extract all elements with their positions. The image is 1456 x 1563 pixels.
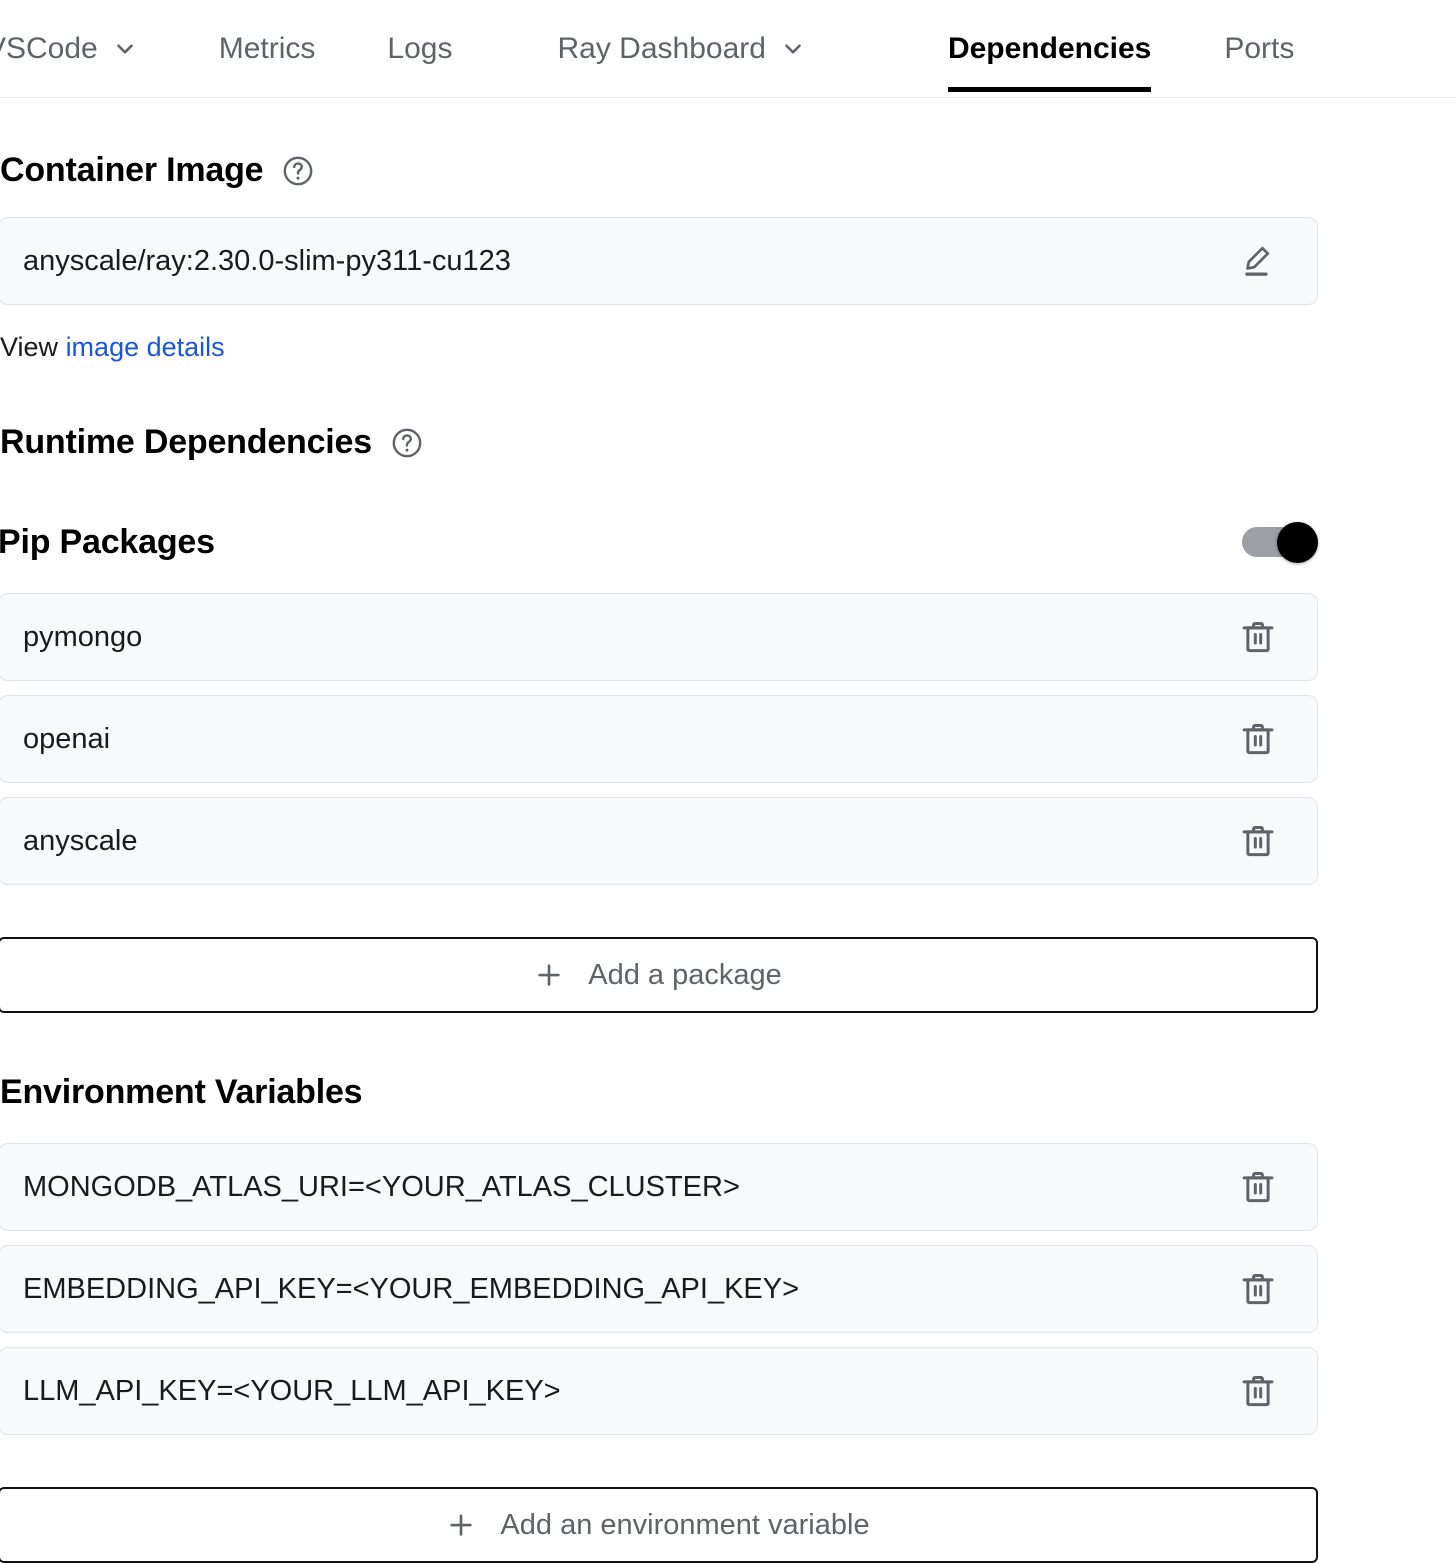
environment-variable-value: LLM_API_KEY=<YOUR_LLM_API_KEY> xyxy=(23,1375,561,1408)
list-item[interactable]: LLM_API_KEY=<YOUR_LLM_API_KEY> xyxy=(0,1347,1318,1435)
trash-icon[interactable] xyxy=(1239,1372,1277,1410)
tab-bar: VSCode Metrics Logs Ray Dashboard Depend… xyxy=(0,0,1456,98)
view-prefix-label: View xyxy=(0,332,58,362)
pencil-edit-icon[interactable] xyxy=(1239,242,1277,280)
pip-package-name: pymongo xyxy=(23,621,142,654)
chevron-down-icon[interactable] xyxy=(112,36,138,62)
tab-logs-label: Logs xyxy=(387,32,452,66)
tab-logs[interactable]: Logs xyxy=(387,0,452,98)
pip-package-name: anyscale xyxy=(23,825,137,858)
environment-variable-value: EMBEDDING_API_KEY=<YOUR_EMBEDDING_API_KE… xyxy=(23,1273,799,1306)
plus-icon xyxy=(446,1510,476,1540)
chevron-down-icon[interactable] xyxy=(780,36,806,62)
tab-vscode[interactable]: VSCode xyxy=(0,0,138,98)
trash-icon[interactable] xyxy=(1239,618,1277,656)
add-environment-variable-label: Add an environment variable xyxy=(500,1509,869,1542)
trash-icon[interactable] xyxy=(1239,1270,1277,1308)
tab-ports-label: Ports xyxy=(1224,32,1294,66)
environment-variable-value: MONGODB_ATLAS_URI=<YOUR_ATLAS_CLUSTER> xyxy=(23,1171,740,1204)
image-details-link[interactable]: image details xyxy=(66,332,225,362)
list-item[interactable]: openai xyxy=(0,695,1318,783)
question-circle-icon[interactable] xyxy=(281,154,315,188)
environment-variables-title: Environment Variables xyxy=(0,1073,362,1112)
add-package-label: Add a package xyxy=(588,959,781,992)
tab-dependencies[interactable]: Dependencies xyxy=(948,0,1151,98)
tab-metrics[interactable]: Metrics xyxy=(219,0,316,98)
tab-ports[interactable]: Ports xyxy=(1224,0,1294,98)
pip-packages-toggle[interactable] xyxy=(1242,522,1318,562)
view-image-details-line: View image details xyxy=(0,332,1456,363)
list-item[interactable]: pymongo xyxy=(0,593,1318,681)
toggle-knob xyxy=(1277,522,1318,563)
tab-ray-dashboard-label: Ray Dashboard xyxy=(557,32,765,66)
container-image-header: Container Image xyxy=(0,151,1456,190)
runtime-dependencies-title: Runtime Dependencies xyxy=(0,423,372,462)
pip-packages-title: Pip Packages xyxy=(0,523,215,562)
container-image-field[interactable]: anyscale/ray:2.30.0-slim-py311-cu123 xyxy=(0,217,1318,305)
plus-icon xyxy=(534,960,564,990)
environment-variables-list: MONGODB_ATLAS_URI=<YOUR_ATLAS_CLUSTER> E… xyxy=(0,1143,1456,1435)
pip-packages-list: pymongo openai xyxy=(0,593,1456,885)
tab-vscode-label: VSCode xyxy=(0,32,98,66)
trash-icon[interactable] xyxy=(1239,822,1277,860)
environment-variables-header: Environment Variables xyxy=(0,1073,1456,1112)
container-image-title: Container Image xyxy=(0,151,263,190)
list-item[interactable]: anyscale xyxy=(0,797,1318,885)
pip-packages-header: Pip Packages xyxy=(0,522,1318,562)
tab-ray-dashboard[interactable]: Ray Dashboard xyxy=(557,0,805,98)
list-item[interactable]: EMBEDDING_API_KEY=<YOUR_EMBEDDING_API_KE… xyxy=(0,1245,1318,1333)
add-package-button[interactable]: Add a package xyxy=(0,937,1318,1013)
pip-package-name: openai xyxy=(23,723,110,756)
tab-metrics-label: Metrics xyxy=(219,32,316,66)
dependencies-panel: Container Image anyscale/ray:2.30.0-slim… xyxy=(0,151,1456,1563)
container-image-value: anyscale/ray:2.30.0-slim-py311-cu123 xyxy=(23,245,511,278)
trash-icon[interactable] xyxy=(1239,1168,1277,1206)
tab-dependencies-label: Dependencies xyxy=(948,32,1151,66)
trash-icon[interactable] xyxy=(1239,720,1277,758)
question-circle-icon[interactable] xyxy=(390,426,424,460)
active-tab-indicator xyxy=(948,87,1151,92)
list-item[interactable]: MONGODB_ATLAS_URI=<YOUR_ATLAS_CLUSTER> xyxy=(0,1143,1318,1231)
runtime-dependencies-header: Runtime Dependencies xyxy=(0,423,1456,462)
